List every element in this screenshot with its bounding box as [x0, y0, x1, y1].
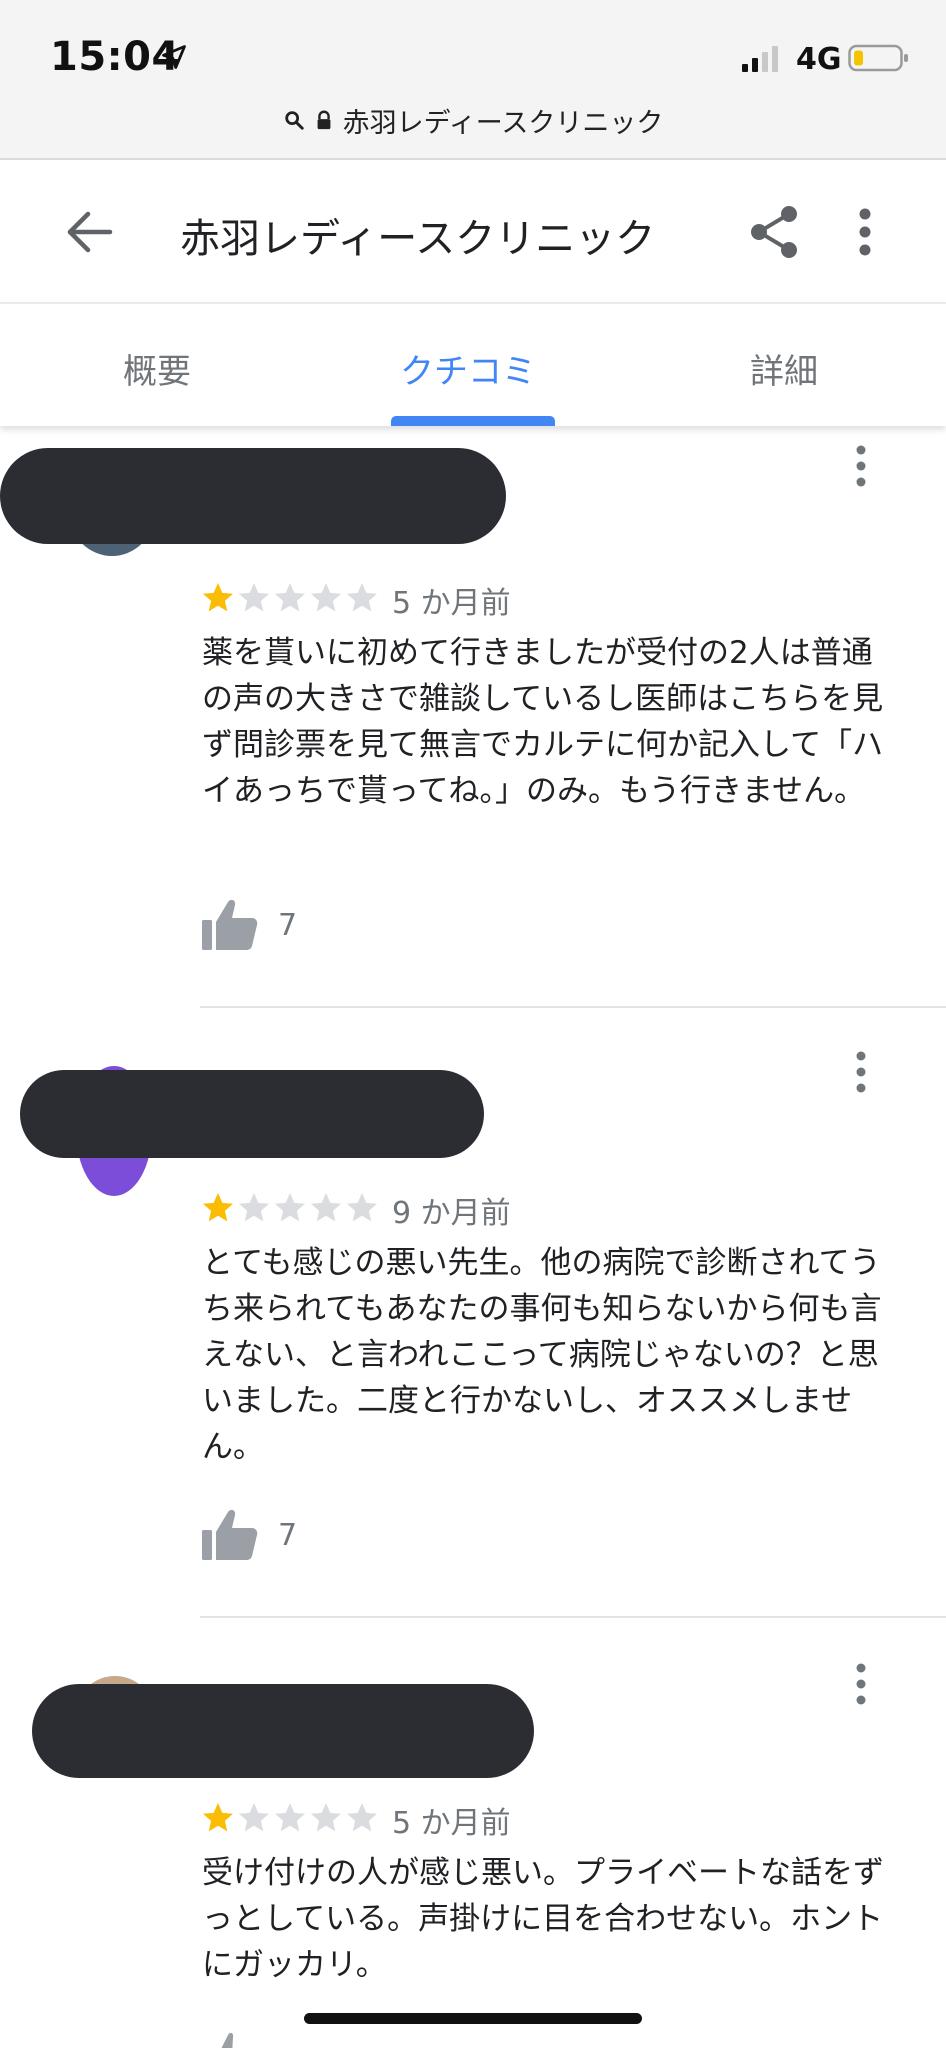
star-empty-icon — [347, 1803, 377, 1832]
review-item: 9 か月前 とても感じの悪い先生。他の病院で診断されてうち来られてもあなたの事何… — [0, 1036, 946, 1618]
thumb-up-icon[interactable] — [210, 2025, 250, 2048]
star-empty-icon — [239, 1193, 269, 1222]
like-count: 7 — [278, 907, 298, 943]
star-rating — [200, 578, 380, 618]
star-empty-icon — [311, 1193, 341, 1222]
star-rating — [200, 1188, 380, 1228]
tab-reviews[interactable]: クチコミ — [400, 344, 536, 393]
more-vert-icon[interactable] — [845, 202, 885, 262]
review-more-icon[interactable] — [846, 1048, 876, 1096]
page-title: 赤羽レディースクリニック — [180, 216, 656, 262]
url-text: 赤羽レディースクリニック — [342, 107, 664, 139]
star-empty-icon — [311, 1803, 341, 1832]
star-empty-icon — [239, 1803, 269, 1832]
star-filled-icon — [203, 583, 233, 612]
star-empty-icon — [347, 583, 377, 612]
star-empty-icon — [347, 1193, 377, 1222]
star-empty-icon — [311, 583, 341, 612]
lock-icon — [317, 110, 331, 130]
tab-bar: 概要 クチコミ 詳細 — [0, 302, 946, 426]
star-filled-icon — [203, 1193, 233, 1222]
star-empty-icon — [275, 1193, 305, 1222]
like-button[interactable]: 7 — [200, 898, 297, 952]
redacted-reviewer-name — [0, 448, 506, 544]
review-text: 受け付けの人が感じ悪い。プライベートな話をずっとしている。声掛けに目を合わせない… — [202, 1855, 884, 1983]
review-text: 薬を貰いに初めて行きましたが受付の2人は普通の声の大きさで雑談しているし医師はこ… — [202, 635, 884, 809]
network-label: 4G — [796, 42, 842, 77]
thumb-up-icon — [202, 899, 258, 950]
review-item: 5 か月前 薬を貰いに初めて行きましたが受付の2人は普通の声の大きさで雑談してい… — [0, 426, 946, 1008]
review-divider — [200, 1616, 946, 1618]
back-arrow-icon[interactable] — [60, 202, 120, 262]
redacted-reviewer-name — [32, 1684, 534, 1778]
location-arrow-icon — [162, 45, 186, 69]
tab-overview[interactable]: 概要 — [123, 344, 191, 393]
review-text: とても感じの悪い先生。他の病院で診断されてうち来られてもあなたの事何も知らないか… — [202, 1245, 882, 1465]
review-more-icon[interactable] — [846, 442, 876, 490]
tab-details[interactable]: 詳細 — [750, 344, 818, 393]
review-date: 9 か月前 — [392, 1196, 511, 1231]
like-button[interactable]: 7 — [200, 1508, 297, 1562]
page: 15:04 4G 赤羽レディースクリニック 赤羽レディースクリニック 概要 クチ… — [0, 0, 946, 2048]
home-indicator[interactable] — [304, 2013, 642, 2024]
share-icon[interactable] — [745, 202, 805, 262]
star-filled-icon — [203, 1803, 233, 1832]
review-date: 5 か月前 — [392, 1806, 511, 1841]
review-date: 5 か月前 — [392, 586, 511, 621]
like-count: 7 — [278, 1517, 298, 1553]
search-icon — [284, 111, 304, 130]
star-empty-icon — [275, 583, 305, 612]
review-more-icon[interactable] — [846, 1660, 876, 1708]
thumb-up-icon — [202, 1509, 258, 1560]
signal-icon — [742, 46, 778, 72]
battery-icon — [848, 44, 908, 72]
app-bar: 赤羽レディースクリニック — [0, 162, 946, 302]
redacted-reviewer-name — [20, 1070, 484, 1158]
star-rating — [200, 1798, 380, 1838]
review-divider — [200, 1006, 946, 1008]
active-tab-indicator — [391, 416, 555, 426]
url-bar[interactable]: 赤羽レディースクリニック — [0, 100, 946, 140]
star-empty-icon — [275, 1803, 305, 1832]
status-bar: 15:04 4G 赤羽レディースクリニック — [0, 0, 946, 160]
review-item: 5 か月前 受け付けの人が感じ悪い。プライベートな話をずっとしている。声掛けに目… — [0, 1646, 946, 2048]
star-empty-icon — [239, 583, 269, 612]
